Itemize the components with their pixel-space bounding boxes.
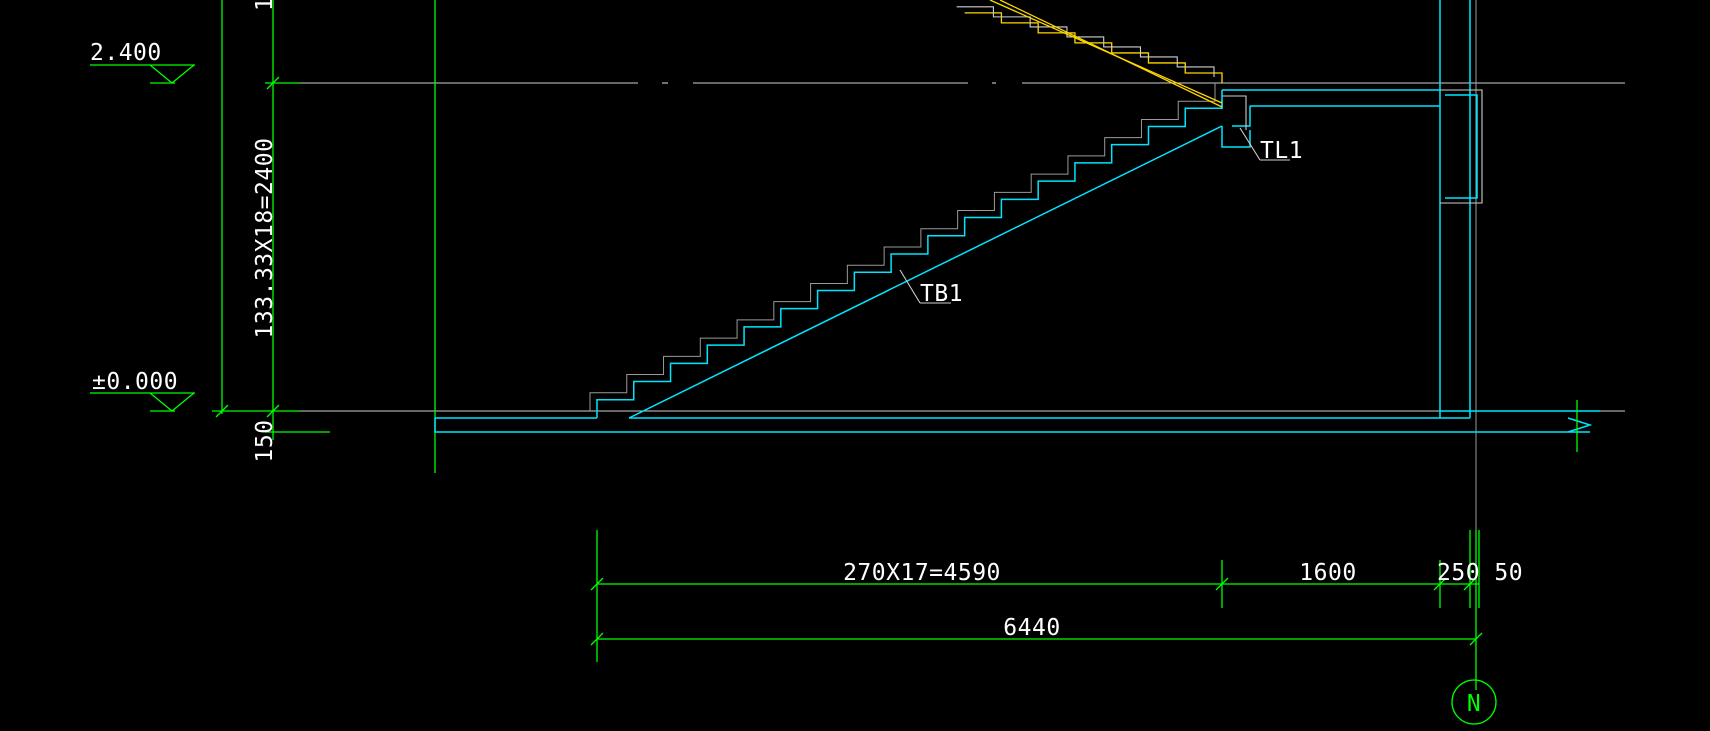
cad-drawing-canvas[interactable]: 2.400 ±0.000 133.33X18=2400 150 1 TL1 TB… [0, 0, 1710, 731]
riser-dimension-label: 133.33X18=2400 [252, 138, 278, 339]
reference-lines [270, 0, 1625, 690]
end-dimension-label: 250 50 [1437, 560, 1523, 586]
axis-label: N [1467, 691, 1481, 717]
axis-bubble[interactable]: N [1451, 679, 1497, 725]
ground-slab [434, 400, 1600, 452]
lower-flight [589, 83, 1440, 419]
vertical-dimension: 133.33X18=2400 150 1 [212, 0, 330, 463]
beam-label: TL1 [1260, 138, 1303, 164]
horizontal-dimensions: 270X17=4590 1600 250 50 6440 [590, 530, 1523, 690]
level-label-upper: 2.400 [90, 40, 162, 66]
elevation-marker-upper: 2.400 [90, 40, 195, 84]
slab-dimension-label: 150 [252, 419, 278, 462]
level-label-ground: ±0.000 [92, 369, 178, 395]
elevation-marker-ground: ±0.000 [90, 369, 195, 412]
landing-slab [1221, 89, 1440, 148]
landing-dimension-label: 1600 [1299, 560, 1356, 586]
top-dimension-label: 1 [252, 0, 278, 11]
upper-flight-steps [964, 12, 1223, 83]
upper-flight [956, 0, 1223, 108]
total-dimension-label: 6440 [1003, 615, 1060, 641]
callout-tb1[interactable]: TB1 [899, 269, 963, 307]
slab-label: TB1 [920, 281, 963, 307]
flight-steps-cyan [596, 90, 1223, 418]
flight-steps-outline [589, 83, 1216, 411]
flight-dimension-label: 270X17=4590 [843, 560, 1001, 586]
